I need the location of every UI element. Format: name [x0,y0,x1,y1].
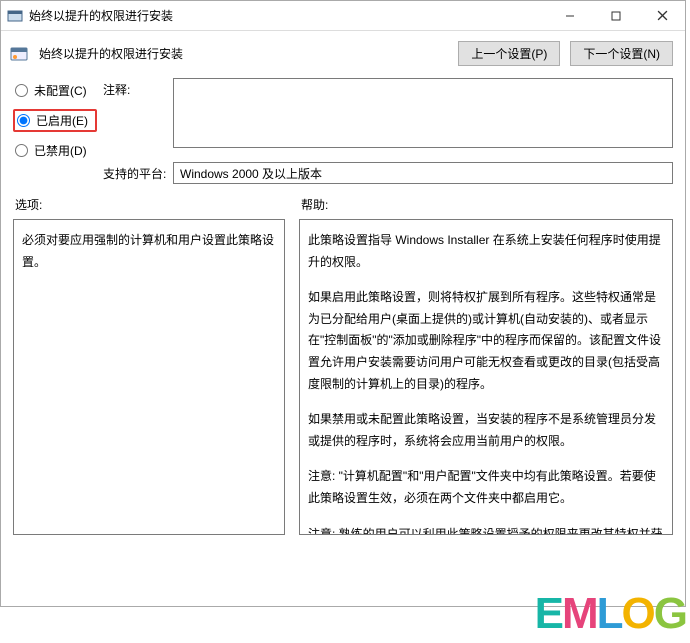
titlebar: 始终以提升的权限进行安装 [1,1,685,31]
help-paragraph: 注意: "计算机配置"和"用户配置"文件夹中均有此策略设置。若要使此策略设置生效… [308,466,664,509]
upper-section: 未配置(C) 已启用(E) 已禁用(D) 注释: 支持的平台: Windows … [1,78,685,192]
header-row: 始终以提升的权限进行安装 上一个设置(P) 下一个设置(N) [1,31,685,78]
fields-column: 注释: 支持的平台: Windows 2000 及以上版本 [103,78,673,184]
window-controls [547,1,685,30]
radio-enabled-label: 已启用(E) [36,112,88,129]
window-title: 始终以提升的权限进行安装 [29,7,547,24]
platform-value: Windows 2000 及以上版本 [173,162,673,184]
watermark-letter: E [535,589,562,639]
watermark-letter: O [622,589,654,639]
maximize-button[interactable] [593,1,639,30]
comment-textarea[interactable] [173,78,673,148]
options-text: 必须对要应用强制的计算机和用户设置此策略设置。 [22,233,274,269]
platform-label: 支持的平台: [103,162,167,182]
help-pane: 帮助: 此策略设置指导 Windows Installer 在系统上安装任何程序… [299,196,673,535]
state-radio-group: 未配置(C) 已启用(E) 已禁用(D) [15,78,95,184]
watermark-letter: L [597,589,622,639]
close-button[interactable] [639,1,685,30]
watermark-letter: M [562,589,597,639]
help-label: 帮助: [299,196,673,213]
radio-disabled[interactable]: 已禁用(D) [15,140,95,161]
app-icon [7,8,23,24]
radio-not-configured-input[interactable] [15,84,28,97]
help-paragraph: 此策略设置指导 Windows Installer 在系统上安装任何程序时使用提… [308,230,664,273]
help-box: 此策略设置指导 Windows Installer 在系统上安装任何程序时使用提… [299,219,673,535]
radio-disabled-input[interactable] [15,144,28,157]
lower-section: 选项: 必须对要应用强制的计算机和用户设置此策略设置。 帮助: 此策略设置指导 … [1,192,685,545]
help-paragraph: 如果禁用或未配置此策略设置，当安装的程序不是系统管理员分发或提供的程序时，系统将… [308,409,664,452]
help-paragraph: 注意: 熟练的用户可以利用此策略设置授予的权限来更改其特权并获得对受限文件和文件… [308,524,664,535]
radio-disabled-label: 已禁用(D) [34,142,87,159]
radio-not-configured-label: 未配置(C) [34,82,87,99]
options-pane: 选项: 必须对要应用强制的计算机和用户设置此策略设置。 [13,196,285,535]
radio-not-configured[interactable]: 未配置(C) [15,80,95,101]
minimize-button[interactable] [547,1,593,30]
policy-icon [9,44,29,64]
options-box: 必须对要应用强制的计算机和用户设置此策略设置。 [13,219,285,535]
prev-setting-button[interactable]: 上一个设置(P) [458,41,560,66]
radio-enabled[interactable]: 已启用(E) [13,109,97,132]
platform-row: 支持的平台: Windows 2000 及以上版本 [103,162,673,184]
options-label: 选项: [13,196,285,213]
policy-dialog: 始终以提升的权限进行安装 始终以提升的权限进行安装 上一个设置(P) 下一个设置… [0,0,686,607]
help-paragraph: 如果启用此策略设置，则将特权扩展到所有程序。这些特权通常是为已分配给用户(桌面上… [308,287,664,395]
next-setting-button[interactable]: 下一个设置(N) [570,41,673,66]
watermark-letter: G [654,589,686,639]
radio-enabled-input[interactable] [17,114,30,127]
watermark-logo: E M L O G [535,589,686,639]
header-title: 始终以提升的权限进行安装 [39,45,448,62]
comment-label: 注释: [103,78,167,98]
comment-row: 注释: [103,78,673,148]
